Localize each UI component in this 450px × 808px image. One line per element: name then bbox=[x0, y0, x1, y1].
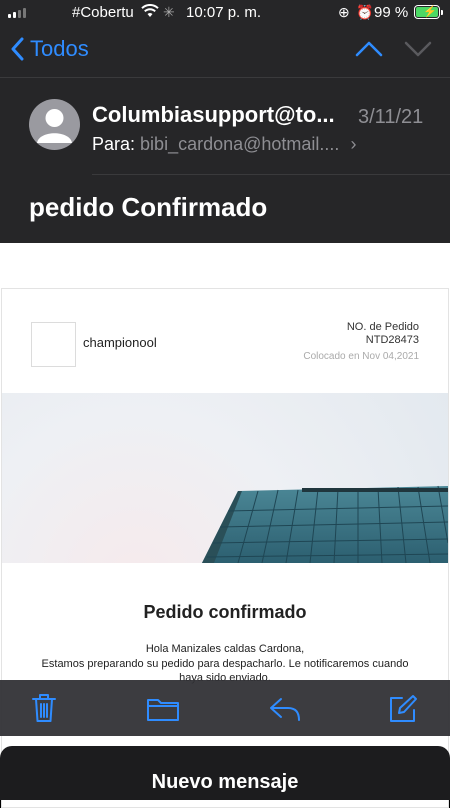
person-icon bbox=[37, 109, 72, 143]
status-bar: #Cobertura ✳ 10:07 p. m. ⊕ ⏰ 99 % ⚡ bbox=[0, 0, 450, 26]
folder-icon[interactable] bbox=[146, 696, 180, 722]
email-subject: pedido Confirmado bbox=[29, 192, 268, 222]
greeting-text: Hola Manizales caldas Cardona, bbox=[145, 643, 305, 655]
shop-logo bbox=[31, 322, 76, 367]
order-number-label: NO. de Pedido bbox=[346, 321, 419, 333]
confirmation-title: Pedido confirmado bbox=[143, 602, 307, 622]
sender-name[interactable]: Columbiasupport@to... bbox=[92, 102, 347, 128]
signal-icon bbox=[8, 8, 26, 18]
back-label: Todos bbox=[30, 36, 89, 61]
alarm-icon: ⏰ bbox=[356, 4, 374, 20]
hero-image bbox=[2, 393, 448, 563]
battery-charging-icon: ⚡ bbox=[414, 5, 440, 19]
email-date: 3/11/21 bbox=[358, 106, 424, 128]
compose-icon[interactable] bbox=[388, 694, 418, 724]
battery-percent: 99 % bbox=[374, 4, 409, 21]
header-divider bbox=[92, 174, 450, 175]
shop-name: championool bbox=[83, 335, 157, 350]
email-header: Columbiasupport@to... 3/11/21 Para: bibi… bbox=[0, 78, 450, 243]
rotation-lock-icon: ⊕ bbox=[338, 4, 350, 20]
to-label: Para: bbox=[92, 134, 136, 154]
nav-bar: Todos bbox=[0, 26, 450, 78]
avatar[interactable] bbox=[29, 99, 80, 150]
chevron-down-icon bbox=[404, 41, 432, 57]
wifi-icon bbox=[141, 4, 159, 22]
building-illustration bbox=[202, 485, 448, 563]
trash-icon[interactable] bbox=[30, 692, 58, 724]
chevron-up-icon[interactable] bbox=[355, 40, 383, 58]
chevron-left-icon bbox=[11, 37, 24, 61]
bottom-toolbar bbox=[0, 680, 450, 736]
chevron-right-icon: › bbox=[350, 134, 357, 154]
battery-cap bbox=[441, 10, 443, 15]
carrier-label: #Cobertura bbox=[72, 4, 134, 21]
draft-title: Nuevo mensaje bbox=[151, 771, 299, 793]
status-time: 10:07 p. m. bbox=[186, 4, 262, 21]
activity-spinner-icon: ✳ bbox=[163, 4, 175, 20]
recipient-row[interactable]: Para: bibi_cardona@hotmail.... › bbox=[92, 134, 356, 155]
draft-sheet[interactable]: Nuevo mensaje bbox=[0, 746, 450, 800]
reply-icon[interactable] bbox=[268, 696, 302, 722]
placed-date: Colocado en Nov 04,2021 bbox=[303, 351, 419, 362]
to-address: bibi_cardona@hotmail.... bbox=[140, 134, 340, 154]
back-button[interactable]: Todos bbox=[10, 36, 89, 62]
order-number: NTD28473 bbox=[365, 334, 419, 346]
